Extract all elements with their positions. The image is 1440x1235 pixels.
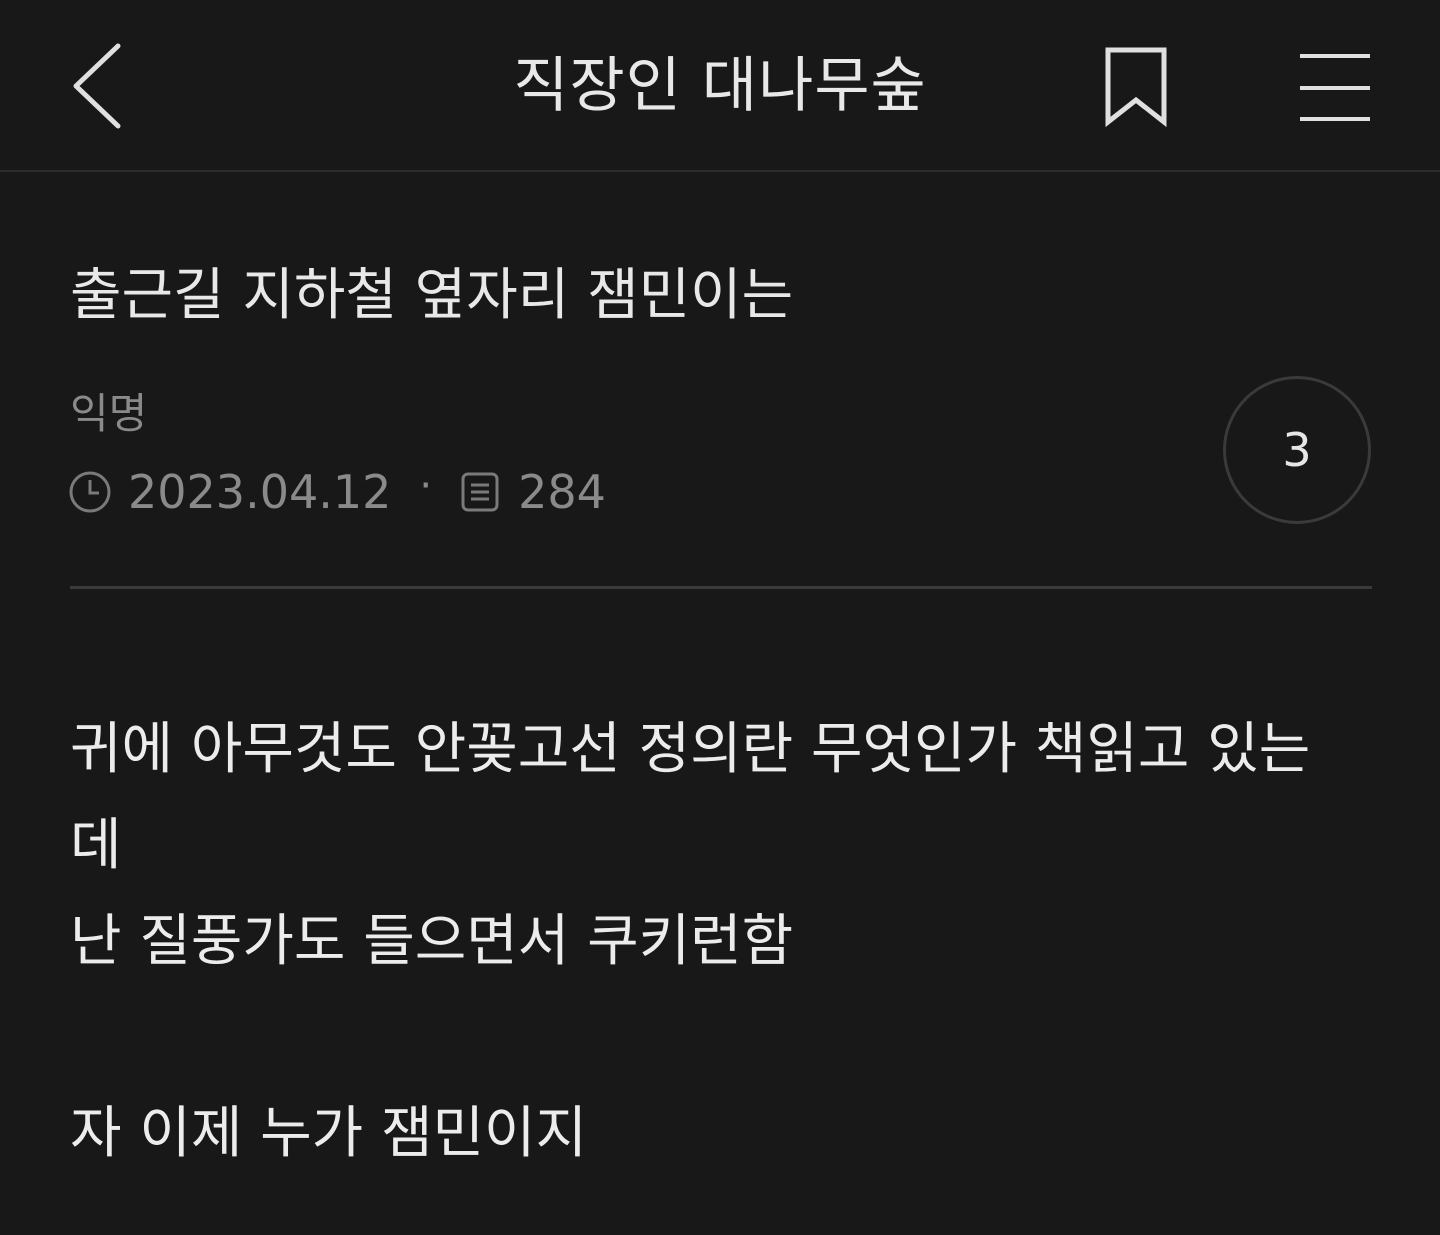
- view-count: 284: [518, 465, 606, 519]
- body-line: 난 질풍가도 들으면서 쿠키런함: [70, 909, 794, 974]
- divider: [70, 586, 1372, 589]
- clock-icon: [69, 471, 111, 513]
- comment-count-badge[interactable]: 3: [1223, 376, 1371, 524]
- body-line: 자 이제 누가 잼민이지: [70, 1101, 588, 1166]
- comment-count: 3: [1282, 423, 1312, 477]
- view-count-icon: [461, 472, 499, 512]
- menu-button[interactable]: [1290, 44, 1380, 132]
- board-title: 직장인 대나무숲: [513, 51, 927, 121]
- back-button[interactable]: [60, 36, 140, 136]
- hamburger-menu-icon: [1300, 54, 1370, 121]
- post-meta: 2023.04.12 · 284: [68, 462, 606, 522]
- body-line: 데: [70, 813, 122, 878]
- post-author: 익명: [70, 389, 148, 438]
- bookmark-icon: [1105, 47, 1167, 128]
- meta-separator: ·: [419, 463, 433, 509]
- post-title: 출근길 지하철 옆자리 잼민이는: [70, 263, 794, 328]
- body-line: [70, 990, 1370, 1086]
- top-navigation-bar: 직장인 대나무숲: [0, 0, 1440, 172]
- post-body: 귀에 아무것도 안꽂고선 정의란 무엇인가 책읽고 있는 데 난 질풍가도 들으…: [70, 702, 1370, 1182]
- bookmark-button[interactable]: [1096, 38, 1176, 138]
- body-line: 귀에 아무것도 안꽂고선 정의란 무엇인가 책읽고 있는: [70, 717, 1311, 782]
- chevron-left-icon: [73, 43, 121, 129]
- post-date: 2023.04.12: [128, 465, 392, 519]
